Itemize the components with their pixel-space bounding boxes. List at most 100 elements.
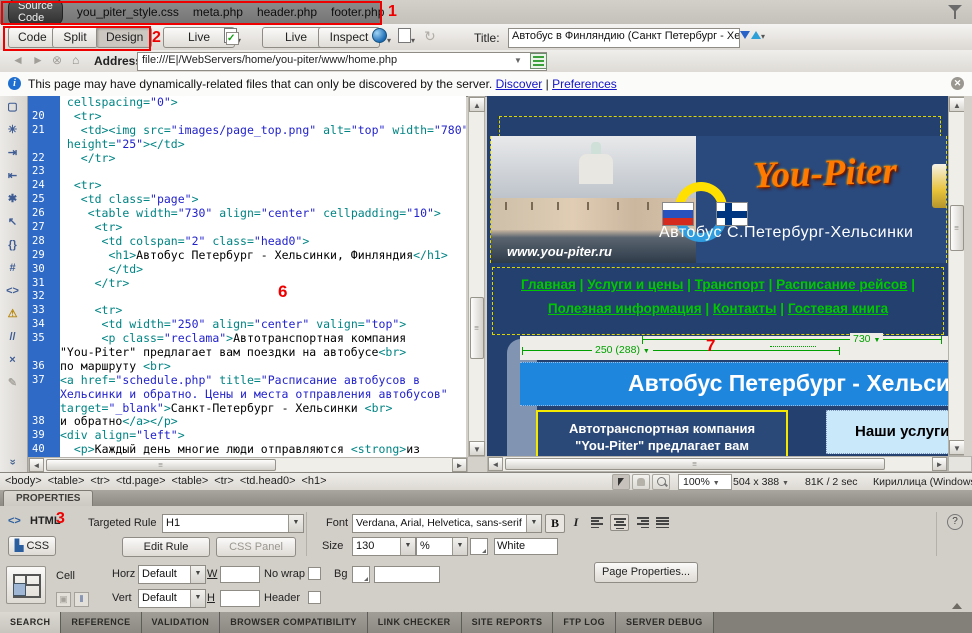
results-tab[interactable]: BROWSER COMPATIBILITY <box>220 612 368 633</box>
highlight-invalid-code-icon[interactable]: <> <box>0 280 25 303</box>
scroll-thumb[interactable]: ≡ <box>950 205 964 251</box>
cell-width-input[interactable] <box>220 566 260 583</box>
column-width-menu[interactable]: 250 (288) ▼ <box>592 344 653 356</box>
table-width-menu[interactable]: 730 ▼ <box>850 333 883 345</box>
format-source-code-icon[interactable]: ✎ <box>0 372 25 395</box>
tag-selector-item[interactable]: <table> <box>172 475 209 487</box>
nowrap-checkbox[interactable] <box>308 567 321 580</box>
page-properties-button[interactable]: Page Properties... <box>594 562 698 583</box>
size-unit-dropdown[interactable]: %▼ <box>416 537 468 556</box>
split-cell-icon[interactable]: ⫴ <box>74 592 89 607</box>
design-vertical-scrollbar[interactable]: ▲ ≡ ▼ <box>948 96 965 456</box>
select-parent-tag-icon[interactable]: ↖ <box>0 211 25 234</box>
close-infobar-icon[interactable]: ✕ <box>951 77 964 90</box>
select-tool-icon[interactable] <box>612 474 630 490</box>
window-size-dropdown[interactable]: 504 x 388 ▼ <box>733 476 789 488</box>
show-more-icon[interactable]: » <box>7 450 19 475</box>
results-tab[interactable]: VALIDATION <box>142 612 221 633</box>
results-tab[interactable]: SERVER DEBUG <box>616 612 714 633</box>
vert-dropdown[interactable]: Default▼ <box>138 589 206 608</box>
collapse-full-tag-icon[interactable]: ⇥ <box>0 142 25 165</box>
scroll-left-icon[interactable]: ◄ <box>488 457 503 471</box>
horz-dropdown[interactable]: Default▼ <box>138 565 206 584</box>
properties-panel-tab[interactable]: PROPERTIES <box>3 490 93 507</box>
tag-selector-item[interactable]: <td.page> <box>116 475 166 487</box>
justify-icon[interactable] <box>654 514 673 531</box>
results-tab[interactable]: REFERENCE <box>61 612 141 633</box>
collapse-selection-icon[interactable]: ⇤ <box>0 165 25 188</box>
tag-selector-item[interactable]: <table> <box>48 475 85 487</box>
line-numbers-icon[interactable]: # <box>0 257 25 280</box>
filter-related-files-icon[interactable] <box>948 5 964 19</box>
tag-selector-item[interactable]: <tr> <box>214 475 234 487</box>
italic-button[interactable]: I <box>568 514 584 531</box>
results-tab[interactable]: LINK CHECKER <box>368 612 462 633</box>
cell-height-input[interactable] <box>220 590 260 607</box>
scroll-down-icon[interactable]: ▼ <box>469 441 485 456</box>
stop-icon[interactable]: ⊗ <box>52 53 62 67</box>
refresh-icon[interactable]: ↻ <box>424 28 436 45</box>
tag-selector-item[interactable]: <h1> <box>302 475 327 487</box>
align-right-icon[interactable] <box>632 514 651 531</box>
merge-cells-icon[interactable]: ▣ <box>56 592 71 607</box>
validate-markup-icon[interactable]: ▾ <box>398 28 415 46</box>
file-get-put-icon[interactable]: ▾ <box>740 28 765 42</box>
bg-color-input[interactable] <box>374 566 440 583</box>
address-input[interactable]: file:///E|/WebServers/home/you-piter/www… <box>137 52 547 71</box>
scroll-thumb[interactable]: ≡ <box>46 459 276 471</box>
text-color-input[interactable]: White <box>494 538 558 555</box>
hand-tool-icon[interactable] <box>632 474 650 490</box>
open-documents-icon[interactable]: ▢ <box>0 96 25 119</box>
size-dropdown[interactable]: 130▼ <box>352 537 416 556</box>
header-checkbox[interactable] <box>308 591 321 604</box>
menu-link[interactable]: Транспорт <box>695 277 765 292</box>
remove-comment-icon[interactable]: × <box>0 349 25 372</box>
check-browser-compatibility-icon[interactable]: ✓▾ <box>224 28 241 46</box>
help-icon[interactable]: ? <box>947 514 963 530</box>
code-editor[interactable]: cellspacing="0"> <tr> <td><img src="imag… <box>60 96 466 457</box>
code-vertical-scrollbar[interactable]: ▲ ≡ ▼ <box>468 96 485 457</box>
bold-button[interactable]: B <box>545 514 565 533</box>
edit-rule-button[interactable]: Edit Rule <box>122 537 210 557</box>
discover-link[interactable]: Discover <box>496 77 543 91</box>
zoom-tool-icon[interactable] <box>652 474 670 490</box>
zoom-level-dropdown[interactable]: 100% ▼ <box>678 474 732 490</box>
syntax-error-alerts-icon[interactable]: ⚠ <box>0 303 25 326</box>
results-tab[interactable]: FTP LOG <box>553 612 616 633</box>
code-horizontal-scrollbar[interactable]: ◄ ≡ ► <box>28 457 468 473</box>
font-dropdown[interactable]: Verdana, Arial, Helvetica, sans-serif▼ <box>352 514 542 533</box>
align-left-icon[interactable] <box>589 514 608 531</box>
menu-link[interactable]: Гостевая книга <box>788 301 888 316</box>
scroll-right-icon[interactable]: ► <box>932 457 947 471</box>
tag-selector-item[interactable]: <body> <box>5 475 42 487</box>
apply-comment-icon[interactable]: // <box>0 326 25 349</box>
code-navigator-icon[interactable]: ✳ <box>0 119 25 142</box>
balance-braces-icon[interactable]: {} <box>0 234 25 257</box>
menu-link[interactable]: Услуги и цены <box>587 277 683 292</box>
inspect-button[interactable]: Inspect <box>318 27 380 48</box>
tag-selector-item[interactable]: <td.head0> <box>240 475 296 487</box>
scroll-right-icon[interactable]: ► <box>452 458 467 472</box>
expand-all-icon[interactable]: ✱ <box>0 188 25 211</box>
address-dropdown-icon[interactable]: ▼ <box>514 56 522 65</box>
scroll-up-icon[interactable]: ▲ <box>949 97 965 112</box>
menu-link[interactable]: Главная <box>521 277 576 292</box>
scroll-left-icon[interactable]: ◄ <box>29 458 44 472</box>
menu-link[interactable]: Контакты <box>713 301 777 316</box>
back-icon[interactable]: ◄ <box>12 53 24 67</box>
page-title-input[interactable]: Автобус в Финляндию (Санкт Петербург - Х… <box>508 28 740 48</box>
design-horizontal-scrollbar[interactable]: ◄ ≡ ► <box>487 456 948 472</box>
results-tab[interactable]: SEARCH <box>0 612 61 633</box>
home-icon[interactable]: ⌂ <box>72 53 79 67</box>
scroll-up-icon[interactable]: ▲ <box>469 97 485 112</box>
align-center-icon[interactable] <box>610 514 629 531</box>
scroll-thumb[interactable]: ≡ <box>505 458 885 470</box>
bg-color-swatch[interactable] <box>352 566 370 583</box>
code-navigator-list-icon[interactable] <box>530 53 547 69</box>
preferences-link[interactable]: Preferences <box>552 77 617 91</box>
text-color-swatch[interactable] <box>470 538 488 555</box>
collapse-panel-icon[interactable] <box>952 603 962 609</box>
css-panel-button[interactable]: CSS Panel <box>216 537 296 557</box>
menu-link[interactable]: Полезная информация <box>548 301 702 316</box>
scroll-thumb[interactable]: ≡ <box>470 297 484 359</box>
